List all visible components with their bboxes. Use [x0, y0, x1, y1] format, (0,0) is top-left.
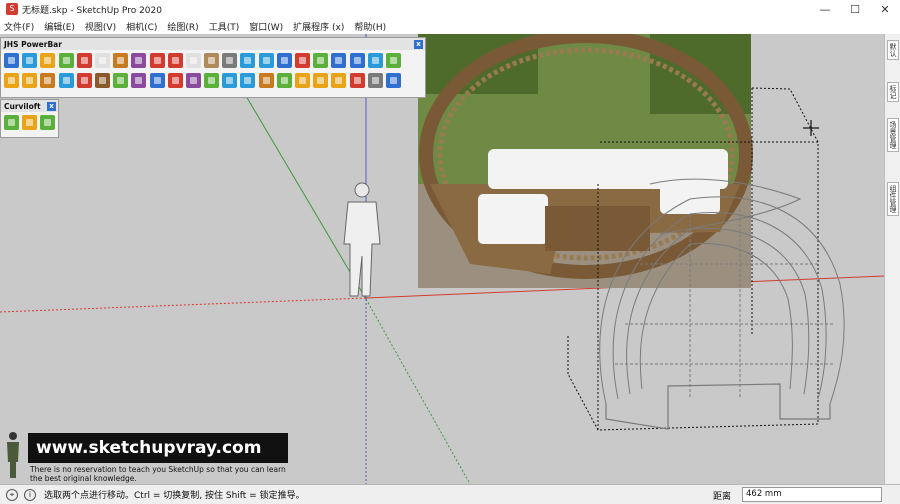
powerbar-row2-tool-7-icon[interactable] [113, 72, 129, 88]
powerbar-close-button[interactable]: x [414, 39, 423, 49]
curviloft-panel[interactable]: Curviloft x [0, 99, 59, 138]
powerbar-row1-tool-5-icon[interactable] [76, 52, 92, 68]
powerbar-row1-tool-1-icon[interactable] [4, 52, 19, 68]
powerbar-row1-tool-21-icon[interactable] [367, 52, 383, 68]
powerbar-row2-tool-3-icon[interactable] [40, 72, 56, 88]
powerbar-row1-tool-12-icon[interactable] [204, 52, 220, 68]
powerbar-header[interactable]: JHS PowerBar x [1, 38, 425, 50]
menu-view[interactable]: 视图(V) [85, 20, 116, 33]
geo-location-icon[interactable]: ⌖ [6, 488, 18, 501]
powerbar-row1-tool-7-icon[interactable] [113, 52, 129, 68]
curviloft-title: Curviloft [4, 101, 41, 111]
powerbar-row1-tool-13-icon[interactable] [222, 52, 238, 68]
tray-tab-components[interactable]: 组件管理 [887, 182, 899, 216]
powerbar-row2-tool-16-icon[interactable] [276, 72, 292, 88]
powerbar-row2-tool-12-icon[interactable] [204, 72, 220, 88]
3d-scene[interactable] [0, 34, 884, 484]
move-cursor-icon [803, 120, 819, 136]
green-axis-dashed [365, 298, 471, 484]
powerbar-row1-tool-4-icon[interactable] [58, 52, 74, 68]
powerbar-row1-tool-19-icon[interactable] [331, 52, 347, 68]
tray-tab-tags[interactable]: 标记 [887, 82, 899, 102]
powerbar-row2-tool-2-icon[interactable] [22, 72, 38, 88]
reference-photo[interactable] [418, 34, 753, 288]
curviloft-close-button[interactable]: x [47, 101, 56, 111]
sketchup-app-icon: S [6, 3, 18, 15]
powerbar-row2-tool-15-icon[interactable] [258, 72, 274, 88]
powerbar-row2-tool-5-icon[interactable] [76, 72, 92, 88]
jhs-powerbar-panel[interactable]: JHS PowerBar x [0, 37, 426, 98]
powerbar-row2-tool-1-icon[interactable] [4, 72, 19, 88]
powerbar-row2-tool-4-icon[interactable] [58, 72, 74, 88]
powerbar-row2-tool-9-icon[interactable] [149, 72, 165, 88]
powerbar-row2-tool-22-icon[interactable] [385, 72, 401, 88]
menu-bar: 文件(F) 编辑(E) 视图(V) 相机(C) 绘图(R) 工具(T) 窗口(W… [0, 18, 900, 34]
curviloft-tool-2-icon[interactable] [22, 114, 37, 130]
powerbar-row2-tool-19-icon[interactable] [331, 72, 347, 88]
title-bar: S 无标题.skp - SketchUp Pro 2020 — ☐ ✕ [0, 0, 900, 18]
window-title: 无标题.skp - SketchUp Pro 2020 [22, 5, 162, 16]
menu-file[interactable]: 文件(F) [4, 20, 34, 33]
watermark-figure-icon [7, 432, 19, 478]
powerbar-row1-tool-16-icon[interactable] [276, 52, 292, 68]
powerbar-row2-tool-10-icon[interactable] [167, 72, 183, 88]
powerbar-row2-tool-17-icon[interactable] [295, 72, 310, 88]
menu-extensions[interactable]: 扩展程序 (x) [293, 20, 344, 33]
powerbar-row1-tool-18-icon[interactable] [313, 52, 329, 68]
powerbar-row1-tool-17-icon[interactable] [295, 52, 310, 68]
powerbar-row2-tool-11-icon[interactable] [185, 72, 201, 88]
powerbar-row2-tool-8-icon[interactable] [131, 72, 147, 88]
menu-window[interactable]: 窗口(W) [249, 20, 283, 33]
powerbar-row1-tool-8-icon[interactable] [131, 52, 147, 68]
powerbar-row1-tool-15-icon[interactable] [258, 52, 274, 68]
powerbar-row1-tool-14-icon[interactable] [240, 52, 256, 68]
scale-figure[interactable] [343, 182, 381, 297]
powerbar-row2-tool-14-icon[interactable] [240, 72, 256, 88]
powerbar-row1-tool-9-icon[interactable] [149, 52, 165, 68]
menu-draw[interactable]: 绘图(R) [167, 20, 198, 33]
status-message: 选取两个点进行移动。Ctrl = 切换复制, 按住 Shift = 锁定推导。 [44, 491, 305, 501]
measurements-input[interactable]: 462 mm [742, 487, 882, 502]
powerbar-row2-tool-20-icon[interactable] [349, 72, 365, 88]
close-button[interactable]: ✕ [870, 0, 900, 18]
measurements-label: 距离 [713, 492, 732, 502]
powerbar-tool-row-2 [1, 70, 425, 90]
curviloft-tool-row [1, 112, 58, 132]
green-axis [245, 95, 367, 300]
powerbar-row1-tool-22-icon[interactable] [385, 52, 401, 68]
watermark: www.sketchupvray.com There is no reserva… [0, 425, 300, 484]
curviloft-header[interactable]: Curviloft x [1, 100, 58, 112]
powerbar-row2-tool-21-icon[interactable] [367, 72, 383, 88]
powerbar-row1-tool-10-icon[interactable] [167, 52, 183, 68]
menu-edit[interactable]: 编辑(E) [44, 20, 75, 33]
status-bar: ⌖ i 选取两个点进行移动。Ctrl = 切换复制, 按住 Shift = 锁定… [0, 484, 900, 504]
powerbar-row2-tool-18-icon[interactable] [313, 72, 329, 88]
powerbar-row1-tool-2-icon[interactable] [22, 52, 38, 68]
powerbar-row1-tool-6-icon[interactable] [94, 52, 110, 68]
powerbar-title: JHS PowerBar [4, 39, 62, 49]
powerbar-tool-row-1 [1, 50, 425, 70]
tray-tab-default[interactable]: 默认 [887, 40, 899, 60]
tray-tab-scenes[interactable]: 场景管理 [887, 118, 899, 152]
minimize-button[interactable]: — [810, 0, 840, 18]
watermark-banner: www.sketchupvray.com [28, 433, 288, 463]
window-controls: — ☐ ✕ [810, 0, 900, 18]
right-tray: 默认 标记 场景管理 组件管理 [884, 34, 900, 484]
powerbar-row2-tool-13-icon[interactable] [222, 72, 238, 88]
modeling-viewport[interactable]: JHS PowerBar x Curviloft x www.sketchupv… [0, 34, 884, 484]
powerbar-row2-tool-6-icon[interactable] [94, 72, 110, 88]
curviloft-tool-1-icon[interactable] [4, 114, 19, 130]
watermark-subtitle: There is no reservation to teach you Ske… [30, 465, 286, 483]
powerbar-row1-tool-3-icon[interactable] [40, 52, 56, 68]
red-axis-dashed [0, 297, 367, 313]
menu-help[interactable]: 帮助(H) [354, 20, 386, 33]
menu-camera[interactable]: 相机(C) [126, 20, 157, 33]
menu-tools[interactable]: 工具(T) [209, 20, 240, 33]
info-icon[interactable]: i [24, 488, 36, 501]
powerbar-row1-tool-20-icon[interactable] [349, 52, 365, 68]
curviloft-tool-3-icon[interactable] [40, 114, 55, 130]
powerbar-row1-tool-11-icon[interactable] [185, 52, 201, 68]
maximize-button[interactable]: ☐ [840, 0, 870, 18]
